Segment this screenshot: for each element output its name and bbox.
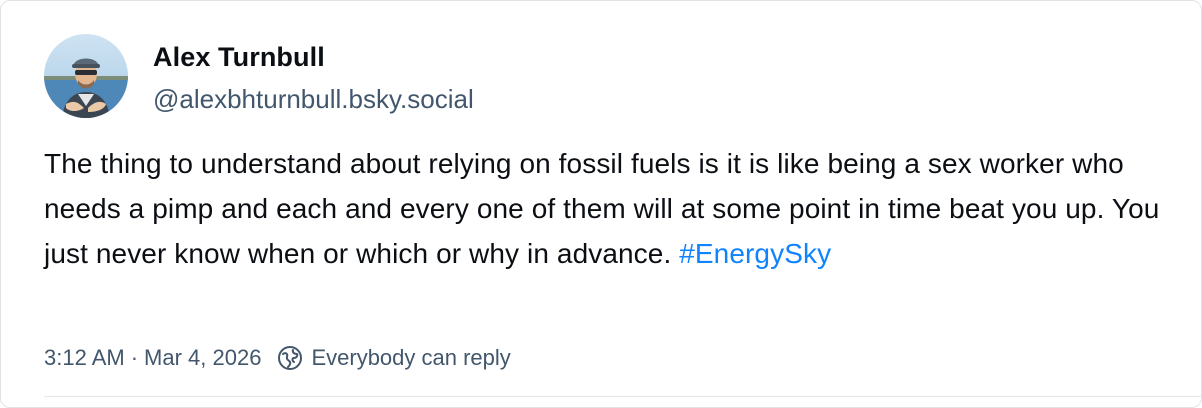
author-names: Alex Turnbull @alexbhturnbull.bsky.socia…: [153, 40, 474, 116]
meta-separator: ·: [130, 345, 139, 370]
post-time[interactable]: 3:12 AM: [44, 342, 125, 374]
avatar-image: [44, 34, 128, 118]
reply-setting[interactable]: Everybody can reply: [311, 342, 510, 374]
post-header: Alex Turnbull @alexbhturnbull.bsky.socia…: [44, 34, 474, 118]
divider: [44, 396, 1201, 397]
display-name[interactable]: Alex Turnbull: [153, 40, 474, 74]
post-body: The thing to understand about relying on…: [44, 148, 1160, 269]
globe-reply-icon-svg: [278, 346, 303, 370]
author-handle[interactable]: @alexbhturnbull.bsky.social: [153, 82, 474, 116]
post-text: The thing to understand about relying on…: [44, 141, 1164, 276]
post-card: Alex Turnbull @alexbhturnbull.bsky.socia…: [0, 0, 1202, 408]
globe-reply-icon: [277, 345, 303, 371]
hashtag-link[interactable]: #EnergySky: [679, 238, 831, 269]
post-meta: 3:12 AM · Mar 4, 2026 Everybody can repl…: [44, 342, 511, 374]
post-date[interactable]: Mar 4, 2026: [144, 342, 261, 374]
avatar[interactable]: [44, 34, 128, 118]
